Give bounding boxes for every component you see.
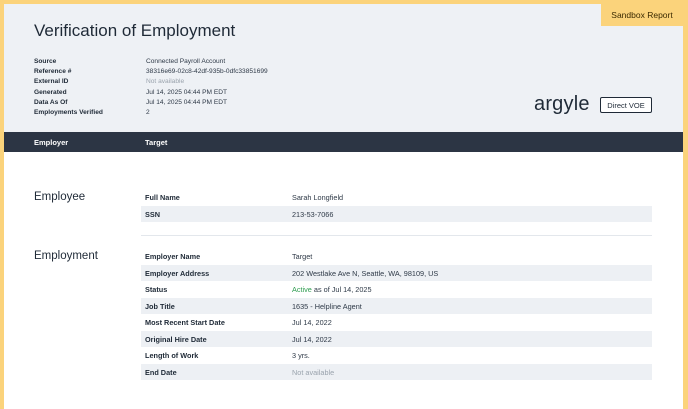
employee-table: Full Name Sarah Longfield SSN 213-53-706… (141, 189, 652, 222)
employer-bar-label: Employer (34, 138, 69, 147)
row-label: Original Hire Date (145, 334, 207, 344)
report-meta: Source Connected Payroll Account Referen… (34, 57, 268, 118)
meta-value: Jul 14, 2025 04:44 PM EDT (146, 88, 228, 96)
meta-row-source: Source Connected Payroll Account (34, 57, 268, 67)
row-label: Length of Work (145, 351, 199, 360)
employer-bar: Employer Target (4, 132, 683, 152)
section-divider (141, 235, 652, 236)
meta-value: 38316e69-02c8-42df-935b-0dfc33851699 (146, 68, 268, 76)
meta-row-data-as-of: Data As Of Jul 14, 2025 04:44 PM EDT (34, 98, 268, 108)
row-label: Employer Address (145, 268, 210, 278)
table-row: Employer Name Target (141, 248, 652, 265)
table-row: End Date Not available (141, 363, 652, 380)
row-value: Target (292, 252, 313, 261)
meta-value: 2 (146, 109, 150, 117)
table-row: Most Recent Start Date Jul 14, 2022 (141, 314, 652, 331)
meta-row-generated: Generated Jul 14, 2025 04:44 PM EDT (34, 88, 268, 98)
meta-label: External ID (34, 78, 69, 86)
table-row: Employer Address 202 Westlake Ave N, Sea… (141, 264, 652, 281)
row-label: End Date (145, 367, 177, 377)
status-active: Active (292, 285, 312, 294)
report-header: Sandbox Report Verification of Employmen… (4, 4, 683, 132)
meta-value: Jul 14, 2025 04:44 PM EDT (146, 98, 228, 106)
sandbox-badge: Sandbox Report (601, 4, 683, 26)
row-value: 202 Westlake Ave N, Seattle, WA, 98109, … (292, 268, 439, 278)
meta-row-reference: Reference # 38316e69-02c8-42df-935b-0dfc… (34, 67, 268, 77)
status-as-of: as of Jul 14, 2025 (313, 285, 372, 294)
row-value: Jul 14, 2022 (292, 318, 332, 327)
table-row: SSN 213-53-7066 (141, 205, 652, 222)
meta-value: Not available (146, 78, 185, 86)
employment-table: Employer Name Target Employer Address 20… (141, 248, 652, 380)
section-title-employment: Employment (34, 250, 98, 262)
table-row: Length of Work 3 yrs. (141, 347, 652, 364)
meta-label: Reference # (34, 68, 72, 76)
row-label: Job Title (145, 301, 175, 311)
row-value: 3 yrs. (292, 351, 310, 360)
row-value: Jul 14, 2022 (292, 334, 332, 344)
row-value: 1635 - Helpline Agent (292, 301, 362, 311)
table-row: Status Active as of Jul 14, 2025 (141, 281, 652, 298)
meta-label: Source (34, 58, 57, 65)
meta-value: Connected Payroll Account (146, 58, 226, 65)
row-value: 213-53-7066 (292, 209, 334, 219)
table-row: Job Title 1635 - Helpline Agent (141, 297, 652, 314)
report-page: Sandbox Report Verification of Employmen… (4, 4, 683, 409)
meta-row-employments-verified: Employments Verified 2 (34, 108, 268, 118)
argyle-logo: argyle (534, 93, 590, 115)
section-title-employee: Employee (34, 191, 86, 203)
table-row: Full Name Sarah Longfield (141, 189, 652, 206)
meta-label: Data As Of (34, 98, 68, 106)
row-label: Most Recent Start Date (145, 318, 225, 327)
row-label: Full Name (145, 193, 180, 202)
row-value: Not available (292, 367, 335, 377)
page-title: Verification of Employment (34, 21, 236, 40)
row-label: Status (145, 285, 168, 294)
meta-row-external-id: External ID Not available (34, 77, 268, 87)
row-label: Employer Name (145, 252, 201, 261)
meta-label: Generated (34, 88, 67, 96)
direct-voe-tag: Direct VOE (600, 97, 652, 113)
row-label: SSN (145, 209, 161, 219)
meta-label: Employments Verified (34, 109, 103, 117)
table-row: Original Hire Date Jul 14, 2022 (141, 330, 652, 347)
row-value: Sarah Longfield (292, 193, 344, 202)
status-value: Active as of Jul 14, 2025 (292, 285, 372, 294)
employer-bar-value: Target (145, 138, 168, 147)
